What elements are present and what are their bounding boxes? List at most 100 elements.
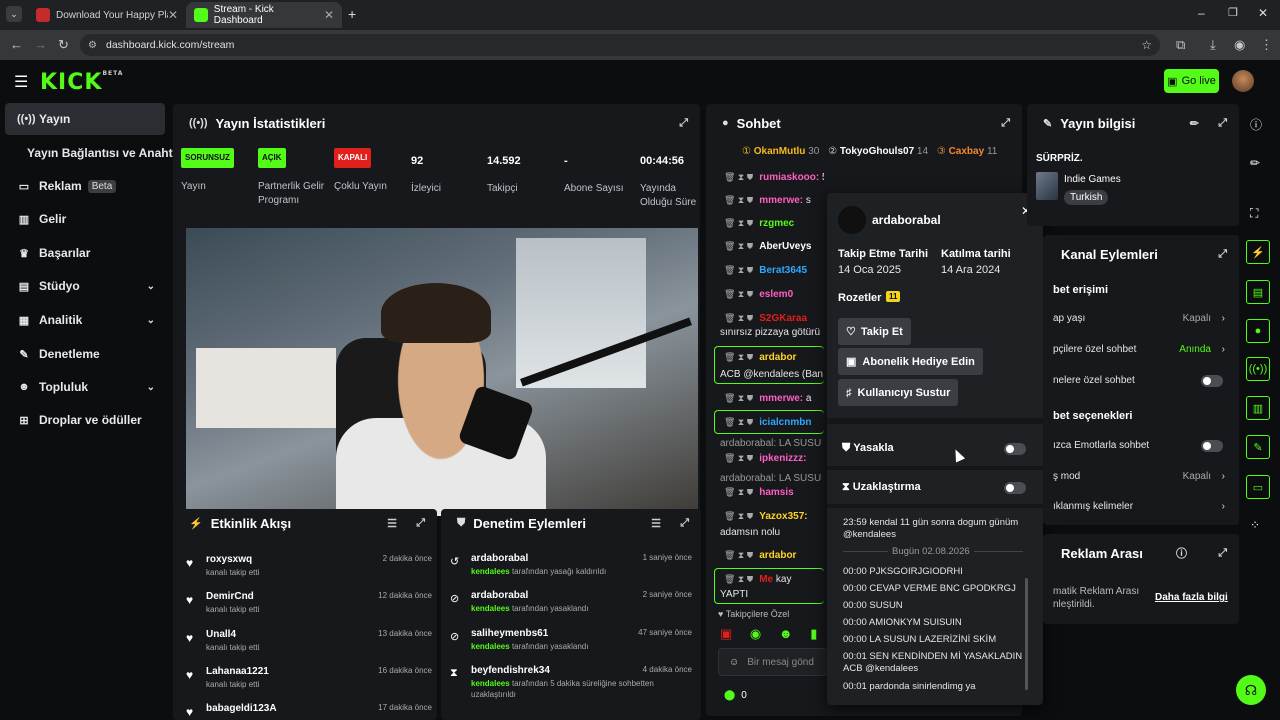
subs-only-toggle[interactable] (1201, 375, 1223, 387)
tab-download[interactable]: Download Your Happy Place by ✕ (28, 2, 186, 28)
gifter-name[interactable]: OkanMutlu (754, 146, 806, 157)
edit-icon[interactable]: ✏ (1250, 156, 1260, 170)
sidebar-item-yayin[interactable]: ((•)) Yayın (5, 103, 165, 135)
sidebar-item-analitik[interactable]: ▦ Analitik ⌄ (5, 304, 165, 336)
timeout-toggle[interactable] (1004, 482, 1026, 494)
mod-username[interactable]: beyfendishrek34 (471, 665, 550, 676)
activity-username[interactable]: DemirCnd (206, 591, 254, 602)
chat-username[interactable]: hamsis (759, 487, 793, 498)
chat-input[interactable]: ☺ Bir mesaj gönd (718, 648, 828, 676)
minimize-icon[interactable]: – (1198, 6, 1205, 20)
sidebar-item-gelir[interactable]: ▥ Gelir (5, 203, 165, 235)
activity-username[interactable]: Lahanaa1221 (206, 666, 269, 677)
new-tab-icon[interactable]: + (348, 6, 356, 22)
info-icon[interactable]: ⓘ (1250, 116, 1262, 133)
sidebar-item-denetleme[interactable]: ✎ Denetleme (5, 338, 165, 370)
category-name[interactable]: Indie Games (1064, 174, 1121, 185)
chat-username[interactable]: mmerwe: (759, 195, 803, 206)
chat-mod-controls-icon[interactable]: 🗑 ⧗ ⛊ (724, 218, 753, 228)
sidebar-item-studyo[interactable]: ▤ Stüdyo ⌄ (5, 270, 165, 302)
go-live-button[interactable]: ▣ Go live (1164, 69, 1219, 93)
gifter-name[interactable]: Caxbay (949, 146, 985, 157)
menu-dots-icon[interactable]: ⋮ (1260, 37, 1273, 53)
mod-username[interactable]: ardaborabal (471, 590, 528, 601)
chat-mod-controls-icon[interactable]: 🗑 ⧗ ⛊ (724, 241, 753, 251)
sidebar-item-topluluk[interactable]: ☻ Topluluk ⌄ (5, 371, 165, 403)
chat-username[interactable]: AberUveys (759, 241, 811, 252)
mute-user-button[interactable]: ♯ Kullanıcıyı Sustur (838, 379, 959, 406)
rail-broadcast-button[interactable]: ((•)) (1246, 357, 1270, 381)
chat-mod-controls-icon[interactable]: 🗑 ⧗ ⛊ (724, 393, 753, 403)
chat-mod-controls-icon[interactable]: 🗑 ⧗ ⛊ (724, 265, 753, 275)
maximize-icon[interactable]: ❐ (1228, 6, 1238, 19)
chat-mod-controls-icon[interactable]: 🗑 ⧗ ⛊ (724, 453, 753, 463)
rail-window-button[interactable]: ▭ (1246, 475, 1270, 499)
download-icon[interactable]: ⤓ (1210, 37, 1216, 53)
emote-icon[interactable]: ◉ (750, 626, 761, 641)
channel-row-age[interactable]: ap yaşı Kapalı › (1053, 313, 1225, 329)
sidebar-item-droplar[interactable]: ⊞ Droplar ve ödüller (5, 404, 165, 436)
close-window-icon[interactable]: ✕ (1258, 6, 1268, 20)
filter-icon[interactable]: ☰ (387, 517, 397, 530)
chat-username[interactable]: ipkenizzz: (759, 453, 806, 464)
ban-toggle[interactable] (1004, 443, 1026, 455)
sidebar-item-basarilar[interactable]: ♛ Başarılar (5, 237, 165, 269)
channel-row-banned-words[interactable]: ıklanmış kelimeler › (1053, 501, 1225, 517)
sidebar-item-stream-key[interactable]: Yayın Bağlantısı ve Anahtarı (5, 137, 187, 169)
sidebar-item-reklam[interactable]: ▭ Reklam Beta (5, 170, 165, 202)
chat-mod-controls-icon[interactable]: 🗑 ⧗ ⛊ (724, 487, 753, 497)
emoji-icon[interactable]: ☺ (729, 657, 739, 668)
rail-lightning-button[interactable]: ⚡ (1246, 240, 1270, 264)
tab-close-icon[interactable]: ✕ (324, 8, 334, 22)
apps-icon[interactable]: ⁘ (1250, 518, 1260, 532)
extensions-icon[interactable]: ⧉ (1176, 37, 1185, 53)
fullscreen-icon[interactable]: ⛶ (1250, 206, 1258, 221)
expand-icon[interactable]: ⤢ (679, 117, 688, 130)
learn-more-link[interactable]: Daha fazla bilgi (1155, 592, 1228, 603)
follow-button[interactable]: ♡ Takip Et (838, 318, 911, 345)
tab-close-icon[interactable]: ✕ (168, 8, 178, 22)
chat-mod-controls-icon[interactable]: 🗑 ⧗ ⛊ (724, 511, 753, 521)
rail-wrench-button[interactable]: ✎ (1246, 435, 1270, 459)
rail-document-button[interactable]: ▤ (1246, 280, 1270, 304)
filter-icon[interactable]: ☰ (651, 517, 661, 530)
chat-username[interactable]: Yazox357: (759, 511, 807, 522)
stream-preview-video[interactable] (186, 228, 698, 516)
info-icon[interactable]: ⓘ (1176, 545, 1187, 561)
expand-icon[interactable]: ⤢ (680, 517, 689, 530)
support-button[interactable]: ☊ (1236, 675, 1266, 705)
chat-username[interactable]: eslem0 (759, 289, 793, 300)
activity-username[interactable]: Unall4 (206, 629, 236, 640)
user-avatar[interactable] (1232, 70, 1254, 92)
mod-username[interactable]: saliheymenbs61 (471, 628, 548, 639)
emote-only-toggle[interactable] (1201, 440, 1223, 452)
chat-mod-controls-icon[interactable]: 🗑 ⧗ ⛊ (724, 195, 753, 205)
reload-icon[interactable]: ↻ (58, 37, 69, 53)
rail-chat-button[interactable]: ● (1246, 319, 1270, 343)
chat-username[interactable]: rumiaskooo: (759, 172, 819, 183)
chat-username[interactable]: ardabor (759, 550, 796, 561)
chat-mod-controls-icon[interactable]: 🗑 ⧗ ⛊ (724, 289, 753, 299)
chat-username[interactable]: mmerwe: (759, 393, 803, 404)
back-icon[interactable]: ← (10, 37, 23, 52)
chat-username[interactable]: S2GKaraa (759, 313, 807, 324)
chat-username[interactable]: rzgmec (759, 218, 794, 229)
mod-username[interactable]: ardaborabal (471, 553, 528, 564)
emote-icon[interactable]: ▣ (720, 626, 732, 641)
activity-username[interactable]: babageldi123A (206, 703, 277, 714)
chat-username[interactable]: Berat3645 (759, 265, 807, 276)
expand-icon[interactable]: ⤢ (416, 517, 425, 530)
hamburger-menu-icon[interactable]: ☰ (14, 72, 28, 92)
expand-icon[interactable]: ⤢ (1218, 547, 1227, 560)
kick-logo[interactable]: KICKBETA (40, 70, 123, 95)
chat-mod-controls-icon[interactable]: 🗑 ⧗ ⛊ (724, 550, 753, 560)
profile-icon[interactable]: ◉ (1234, 37, 1245, 53)
rail-list-button[interactable]: ▥ (1246, 396, 1270, 420)
chat-mod-controls-icon[interactable]: 🗑 ⧗ ⛊ (724, 172, 753, 182)
url-bar[interactable]: ⚙ dashboard.kick.com/stream ☆ (80, 34, 1160, 56)
channel-row-slow[interactable]: ş mod Kapalı › (1053, 471, 1225, 487)
expand-icon[interactable]: ⤢ (1001, 117, 1010, 130)
channel-row-followers[interactable]: pçilere özel sohbet Anında › (1053, 344, 1225, 360)
popup-username[interactable]: ardaborabal (872, 213, 941, 227)
popup-scrollbar[interactable] (1025, 578, 1028, 690)
